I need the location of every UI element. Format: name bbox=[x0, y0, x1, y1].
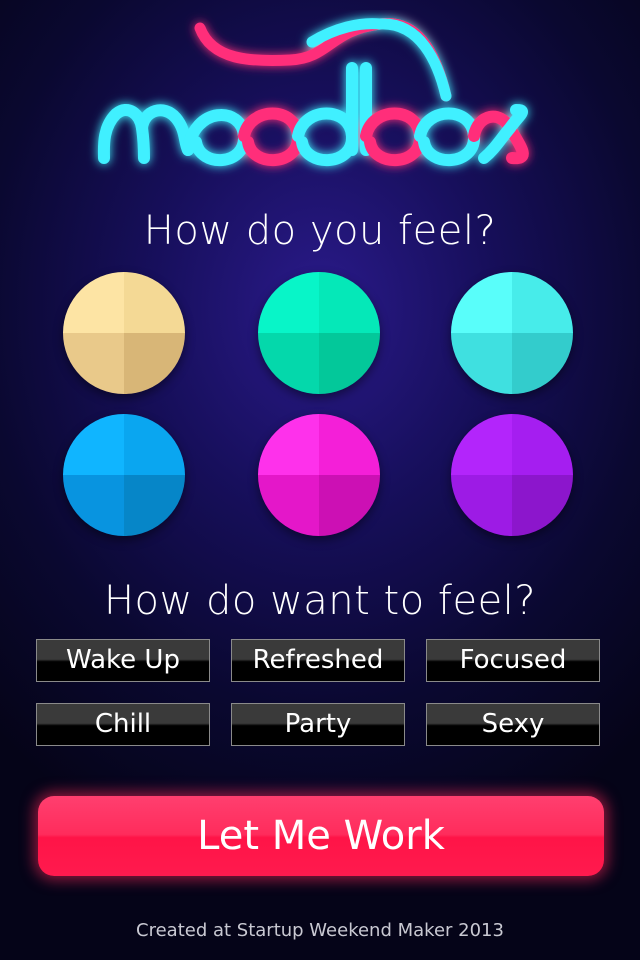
option-sexy-button[interactable]: Sexy bbox=[426, 703, 600, 746]
option-focused-button[interactable]: Focused bbox=[426, 639, 600, 682]
want-question: How do want to feel? bbox=[103, 578, 537, 624]
mood-green-button[interactable] bbox=[258, 272, 380, 394]
option-wake-up-button[interactable]: Wake Up bbox=[36, 639, 210, 682]
mood-aqua-button[interactable] bbox=[451, 272, 573, 394]
mood-sand-button[interactable] bbox=[63, 272, 185, 394]
option-chill-button[interactable]: Chill bbox=[36, 703, 210, 746]
let-me-work-button[interactable]: Let Me Work bbox=[38, 796, 604, 876]
mood-blue-button[interactable] bbox=[63, 414, 185, 536]
feel-question: How do you feel? bbox=[143, 208, 497, 254]
mood-pink-button[interactable] bbox=[258, 414, 380, 536]
footer-credit: Created at Startup Weekend Maker 2013 bbox=[136, 920, 504, 941]
mood-purple-button[interactable] bbox=[451, 414, 573, 536]
option-refreshed-button[interactable]: Refreshed bbox=[231, 639, 405, 682]
moodbox-logo bbox=[97, 18, 529, 167]
option-party-button[interactable]: Party bbox=[231, 703, 405, 746]
